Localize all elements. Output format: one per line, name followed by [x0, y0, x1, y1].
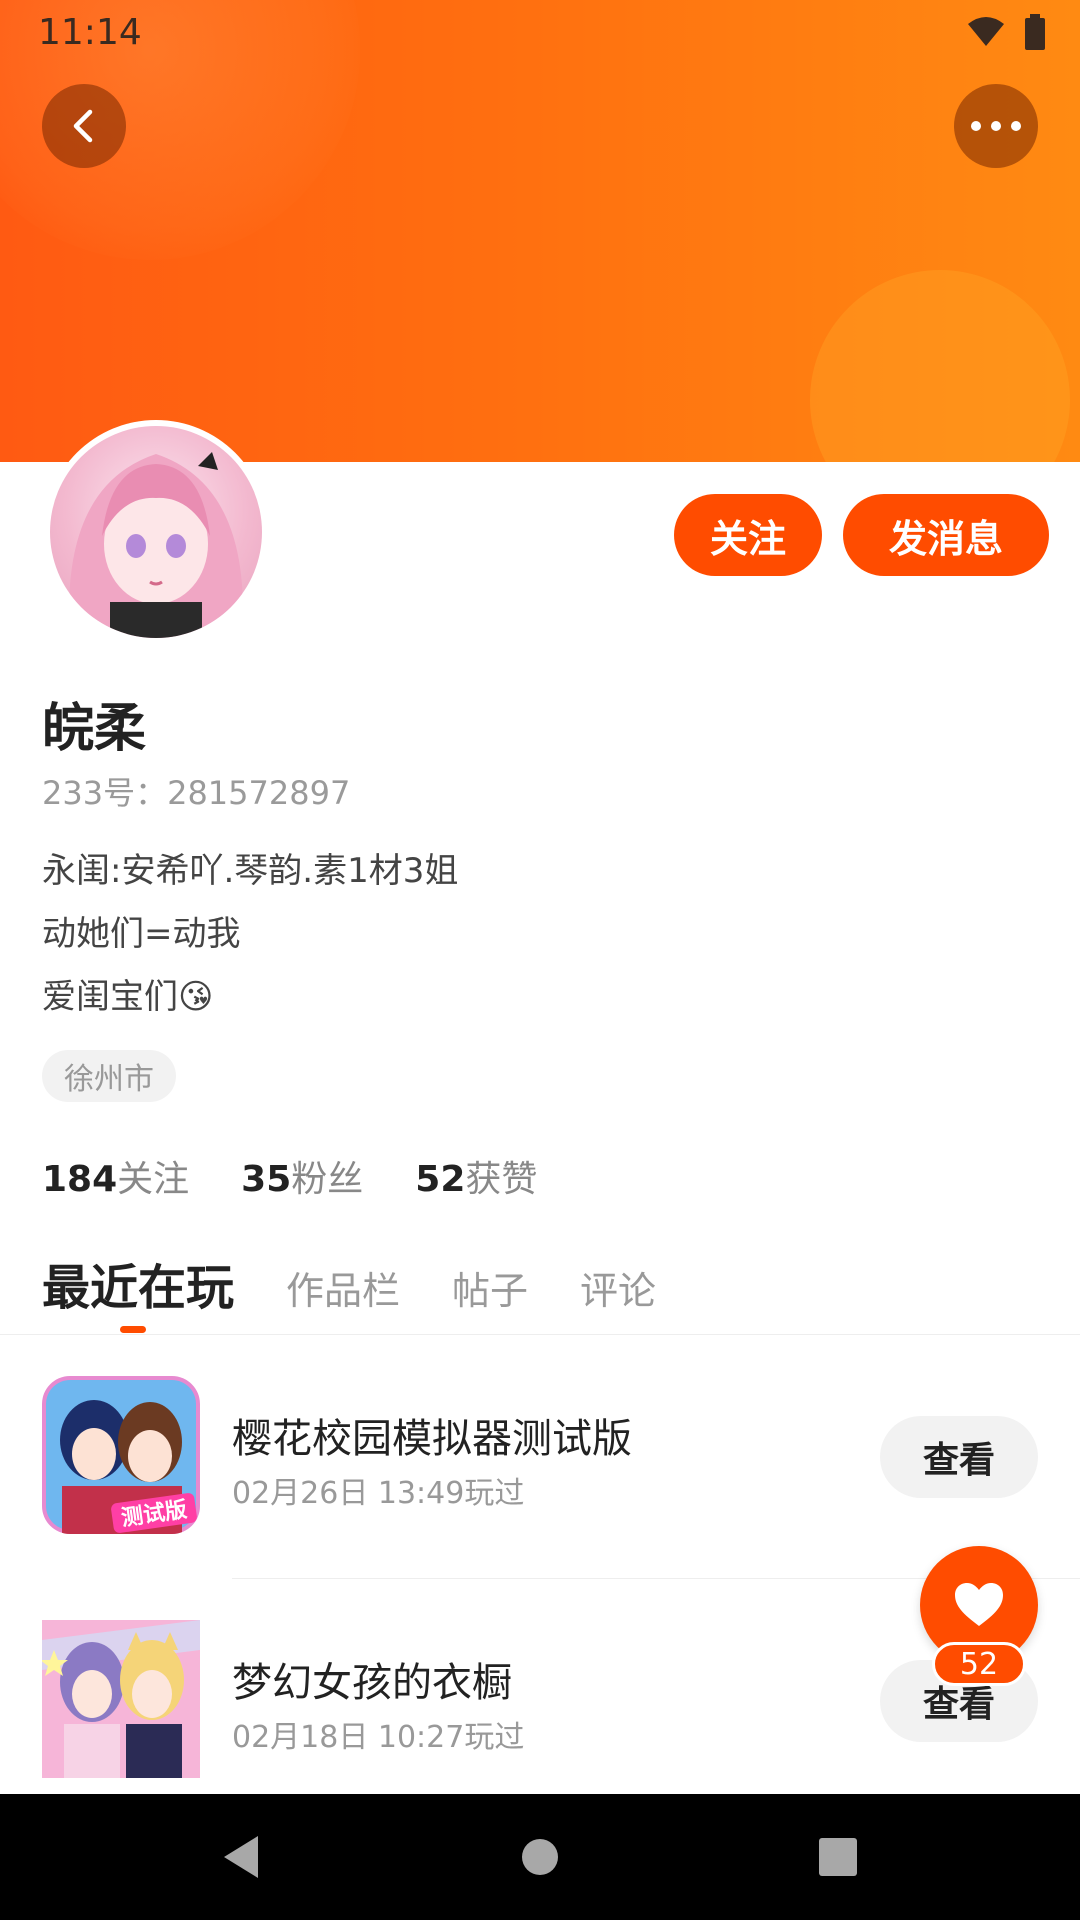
view-button[interactable]: 查看 — [880, 1416, 1038, 1498]
bio-line: 动她们=动我 — [42, 914, 241, 954]
status-icons — [966, 14, 1046, 50]
square-recent-icon — [819, 1838, 857, 1876]
tab-posts[interactable]: 帖子 — [452, 1260, 528, 1315]
tab-works[interactable]: 作品栏 — [286, 1260, 400, 1315]
stat-followers[interactable]: 35粉丝 — [241, 1150, 363, 1202]
game-played-time: 02月26日 13:49玩过 — [232, 1476, 525, 1511]
status-bar: 11:14 — [0, 0, 1080, 64]
tab-recent-play[interactable]: 最近在玩 — [42, 1248, 234, 1318]
avatar[interactable] — [44, 420, 268, 644]
game-icon-image — [42, 1620, 200, 1778]
profile-stats: 184关注 35粉丝 52获赞 — [42, 1150, 537, 1202]
chevron-left-icon — [73, 109, 93, 143]
bio-line: 永闺:安希吖.琴韵.素1材3姐 — [42, 851, 459, 891]
banner-decoration — [810, 270, 1070, 462]
stat-value: 184 — [42, 1159, 118, 1200]
circle-home-icon — [522, 1839, 558, 1875]
game-icon: 测试版 — [42, 1376, 200, 1534]
nav-home-button[interactable] — [500, 1794, 580, 1920]
stat-label: 粉丝 — [291, 1159, 364, 1200]
profile-tabs: 最近在玩 作品栏 帖子 评论 — [42, 1248, 656, 1318]
message-button[interactable]: 发消息 — [843, 494, 1049, 576]
profile-bio: 永闺:安希吖.琴韵.素1材3姐 动她们=动我 爱闺宝们😘 — [42, 840, 458, 1029]
stat-label: 关注 — [117, 1159, 190, 1200]
game-icon — [42, 1620, 200, 1778]
nav-back-button[interactable] — [200, 1794, 280, 1920]
location-tag: 徐州市 — [42, 1050, 176, 1102]
game-title: 梦幻女孩的衣橱 — [232, 1660, 512, 1706]
bio-line: 爱闺宝们😘 — [42, 977, 214, 1017]
wifi-icon — [968, 17, 1004, 46]
stat-value: 52 — [415, 1159, 466, 1200]
back-button[interactable] — [42, 84, 126, 168]
game-played-time: 02月18日 10:27玩过 — [232, 1720, 525, 1755]
avatar-image — [50, 426, 262, 638]
heart-icon — [955, 1583, 1003, 1626]
like-count-badge: 52 — [932, 1642, 1026, 1686]
tab-comments[interactable]: 评论 — [580, 1260, 656, 1315]
battery-icon — [1025, 14, 1045, 50]
follow-button[interactable]: 关注 — [674, 494, 822, 576]
profile-banner — [0, 0, 1080, 462]
system-navigation-bar — [0, 1794, 1080, 1920]
stat-label: 获赞 — [465, 1159, 538, 1200]
stat-value: 35 — [241, 1159, 292, 1200]
avatar-illustration — [69, 452, 243, 638]
status-time: 11:14 — [38, 12, 142, 53]
more-dots-icon — [971, 121, 1021, 131]
stat-following[interactable]: 184关注 — [42, 1150, 189, 1202]
divider — [0, 1334, 1080, 1335]
game-icon-image: 测试版 — [42, 1376, 200, 1534]
nav-recent-button[interactable] — [798, 1794, 878, 1920]
more-button[interactable] — [954, 84, 1038, 168]
list-item[interactable]: 梦幻女孩的衣橱 02月18日 10:27玩过 查看 — [0, 1620, 1080, 1790]
stat-likes[interactable]: 52获赞 — [415, 1150, 537, 1202]
tab-active-indicator — [120, 1326, 146, 1333]
triangle-back-icon — [224, 1836, 258, 1878]
game-title: 樱花校园模拟器测试版 — [232, 1416, 632, 1462]
profile-name: 皖柔 — [42, 699, 147, 759]
list-item[interactable]: 测试版 樱花校园模拟器测试版 02月26日 13:49玩过 查看 — [0, 1376, 1080, 1546]
profile-uid: 233号：281572897 — [42, 774, 351, 812]
